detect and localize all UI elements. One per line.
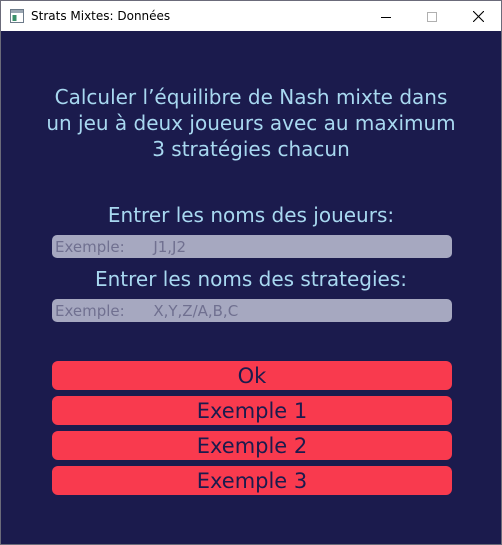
main-panel: Calculer l’équilibre de Nash mixte dans … (1, 31, 501, 545)
strategies-input[interactable]: Exemple: X,Y,Z/A,B,C (52, 299, 452, 322)
maximize-button[interactable] (409, 1, 455, 31)
page-heading: Calculer l’équilibre de Nash mixte dans … (21, 84, 481, 162)
app-window: Strats Mixtes: Données Calculer l’équili… (0, 0, 502, 545)
window-title: Strats Mixtes: Données (31, 9, 171, 23)
heading-line-1: Calculer l’équilibre de Nash mixte dans (54, 85, 448, 109)
window-controls (363, 1, 501, 31)
title-bar[interactable]: Strats Mixtes: Données (1, 1, 501, 31)
strategies-label: Entrer les noms des strategies: (94, 267, 407, 291)
strategies-input-placeholder: Exemple: X,Y,Z/A,B,C (55, 301, 239, 320)
example-1-button[interactable]: Exemple 1 (52, 396, 452, 425)
close-icon (472, 7, 484, 26)
ok-button[interactable]: Ok (52, 361, 452, 390)
players-input[interactable]: Exemple: J1,J2 (52, 235, 452, 258)
example-2-button[interactable]: Exemple 2 (52, 431, 452, 460)
minimize-icon (381, 7, 391, 26)
maximize-icon (427, 7, 437, 26)
minimize-button[interactable] (363, 1, 409, 31)
example-3-button[interactable]: Exemple 3 (52, 466, 452, 495)
heading-line-2: un jeu à deux joueurs avec au maximum (46, 111, 456, 135)
app-window-icon (9, 8, 25, 24)
close-button[interactable] (455, 1, 501, 31)
players-label: Entrer les noms des joueurs: (107, 203, 395, 227)
players-input-placeholder: Exemple: J1,J2 (55, 237, 187, 256)
heading-line-3: 3 stratégies chacun (152, 137, 350, 161)
